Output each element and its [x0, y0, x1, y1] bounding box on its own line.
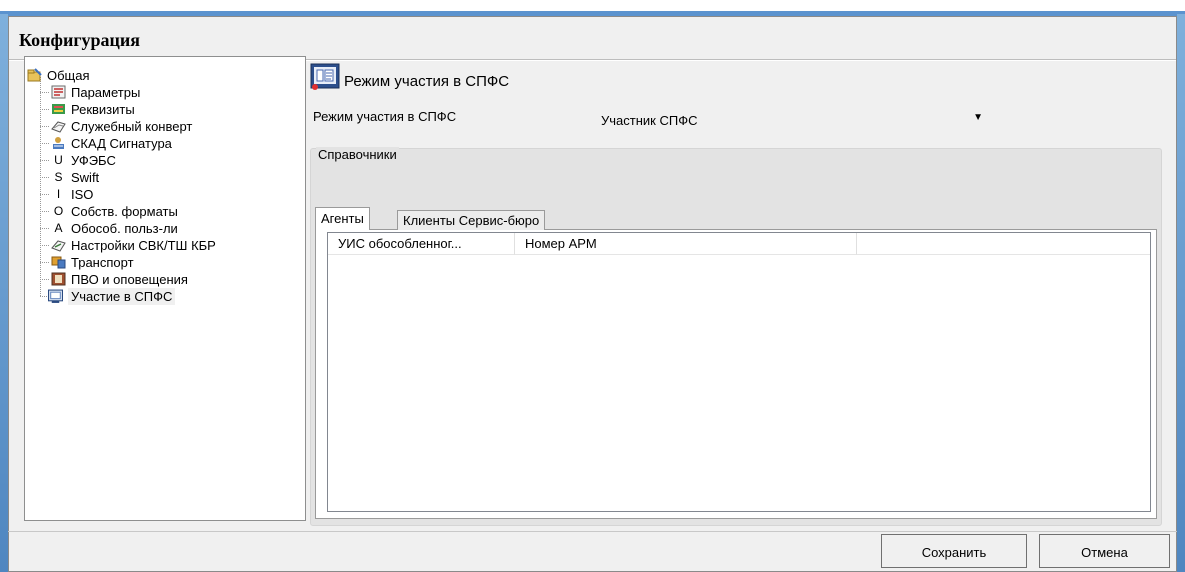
tree-item-label: Участие в СПФС: [68, 288, 176, 305]
column-header-uis[interactable]: УИС обособленног...: [328, 233, 515, 255]
mode-label: Режим участия в СПФС: [313, 109, 457, 124]
letter-o-icon: O: [53, 204, 64, 218]
tab-agents[interactable]: Агенты: [315, 207, 370, 230]
tab-service-bureau-clients[interactable]: Клиенты Сервис-бюро: [397, 210, 546, 230]
letter-a-icon: A: [54, 221, 63, 235]
settings-tree[interactable]: Общая Параметры Реквизиты Служебный конв…: [24, 56, 306, 521]
directories-group-label: Справочники: [316, 147, 399, 162]
window-border-left: [0, 14, 8, 572]
tree-connector: [40, 160, 49, 161]
tree-connector: [40, 126, 49, 127]
tree-item-label: ПВО и оповещения: [71, 272, 188, 287]
tree-item-separate-users[interactable]: A Обособ. польз-ли: [25, 220, 305, 237]
tree-item-notifications[interactable]: ПВО и оповещения: [25, 271, 305, 288]
envelope-icon: [51, 121, 66, 133]
tree-item-label: Транспорт: [71, 255, 134, 270]
tree-item-swift[interactable]: S Swift: [25, 169, 305, 186]
tree-item-label: Параметры: [71, 85, 141, 100]
tree-item-label: Общая: [47, 68, 90, 83]
settings-arrows-icon: [51, 240, 66, 252]
tree-connector: [40, 211, 49, 212]
letter-s-icon: S: [54, 170, 63, 184]
transport-icon: [51, 256, 66, 269]
folder-settings-icon: [27, 68, 42, 82]
tree-item-requisites[interactable]: Реквизиты: [25, 101, 305, 118]
spfs-mode-icon: [310, 63, 340, 90]
tree-item-iso[interactable]: I ISO: [25, 186, 305, 203]
window-border-right: [1177, 14, 1185, 572]
tree-item-general[interactable]: Общая: [25, 67, 305, 84]
tree-item-label: Swift: [71, 170, 100, 185]
tree-item-own-formats[interactable]: O Собств. форматы: [25, 203, 305, 220]
window-title: Конфигурация: [19, 30, 141, 50]
tree-item-label: СКАД Сигнатура: [71, 136, 172, 151]
mode-dropdown-value: Участник СПФС: [601, 113, 698, 128]
tree-item-spfs[interactable]: Участие в СПФС: [25, 288, 305, 305]
tree-connector: [40, 228, 49, 229]
tree-connector: [40, 194, 49, 195]
cancel-button[interactable]: Отмена: [1039, 534, 1170, 568]
mode-dropdown[interactable]: Участник СПФС ▼: [593, 108, 989, 132]
requisites-icon: [52, 104, 65, 114]
agents-list[interactable]: УИС обособленног... Номер АРМ: [327, 232, 1151, 512]
tree-item-ufebs[interactable]: U УФЭБС: [25, 152, 305, 169]
tree-item-label: ISO: [71, 187, 94, 202]
letter-i-icon: I: [56, 187, 61, 201]
tree-connector: [40, 92, 49, 93]
tree-connector: [40, 245, 49, 246]
tree-connector: [40, 143, 49, 144]
tree-connector: [40, 177, 49, 178]
column-header-arm-number[interactable]: Номер АРМ: [515, 233, 857, 255]
tree-item-svk-settings[interactable]: Настройки СВК/ТШ КБР: [25, 237, 305, 254]
footer-separator: [8, 531, 1177, 532]
tree-item-label: УФЭБС: [71, 153, 116, 168]
letter-u-icon: U: [54, 153, 63, 167]
spfs-icon: [48, 289, 63, 303]
save-button[interactable]: Сохранить: [881, 534, 1027, 568]
column-header-empty: [857, 233, 1150, 255]
tree-connector: [40, 262, 49, 263]
tree-connector: [40, 109, 49, 110]
panel-title: Режим участия в СПФС: [344, 73, 510, 90]
tree-item-transport[interactable]: Транспорт: [25, 254, 305, 271]
tree-item-label: Реквизиты: [71, 102, 135, 117]
notifications-icon: [51, 272, 66, 286]
parameters-icon: [51, 85, 66, 99]
tree-item-label: Служебный конверт: [71, 119, 193, 134]
tree-item-parameters[interactable]: Параметры: [25, 84, 305, 101]
signature-icon: [53, 137, 64, 149]
chevron-down-icon: ▼: [973, 112, 983, 123]
tree-item-label: Собств. форматы: [71, 204, 178, 219]
tree-item-label: Настройки СВК/ТШ КБР: [71, 238, 216, 253]
tree-connector: [40, 279, 49, 280]
tree-item-envelope[interactable]: Служебный конверт: [25, 118, 305, 135]
tree-item-label: Обособ. польз-ли: [71, 221, 178, 236]
tree-item-signature[interactable]: СКАД Сигнатура: [25, 135, 305, 152]
